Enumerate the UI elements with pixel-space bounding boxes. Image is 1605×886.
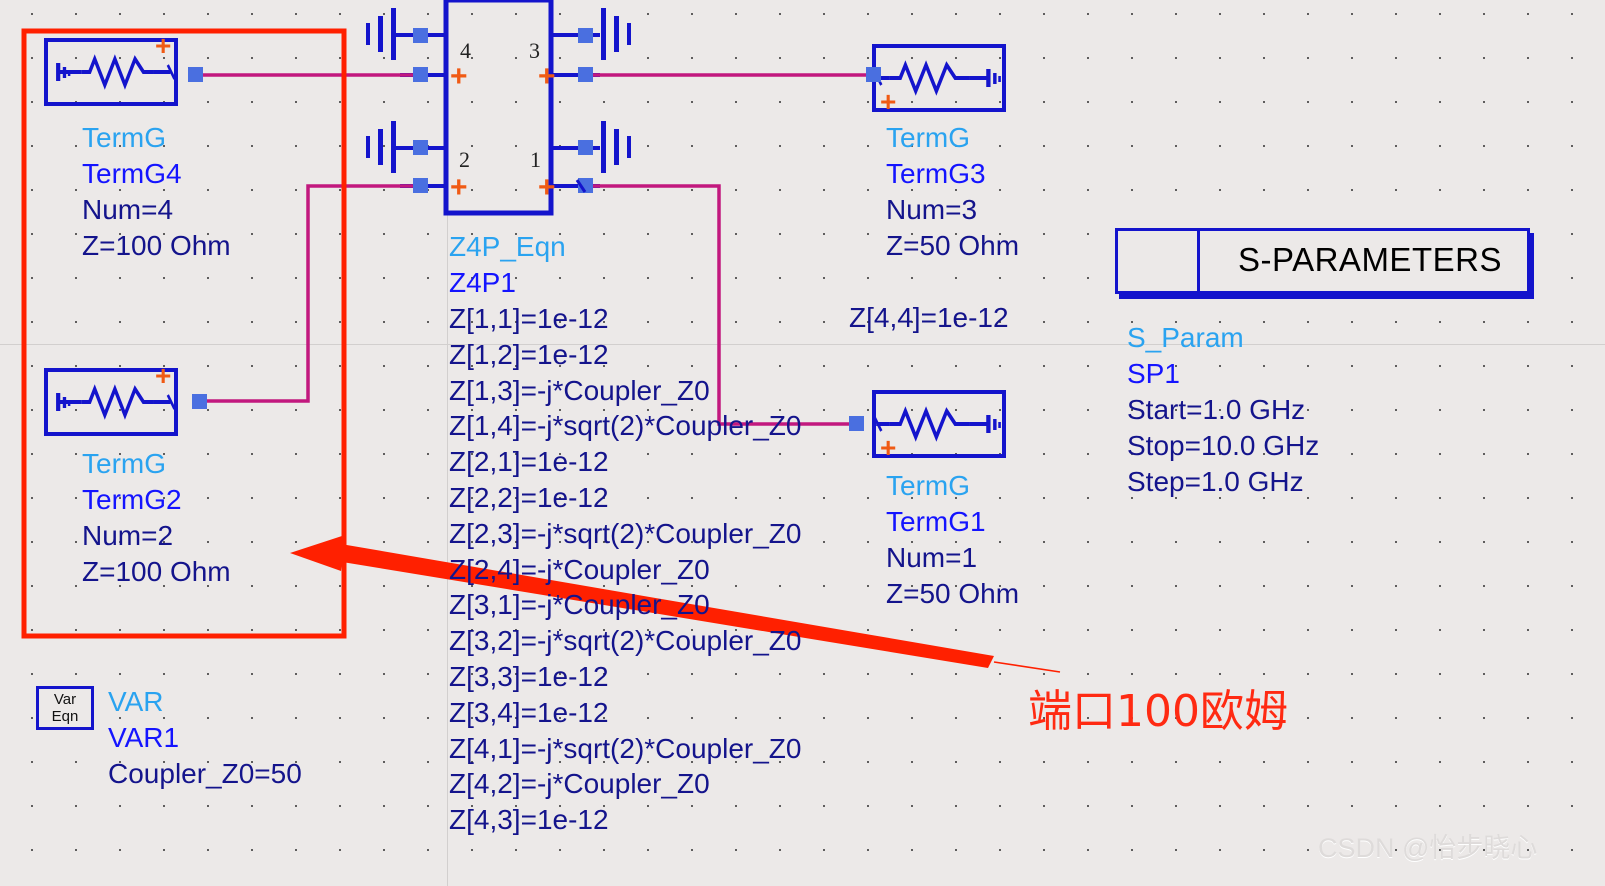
ground-icon — [366, 8, 402, 60]
z4p-equation-z44[interactable]: Z[4,4]=1e-12 — [849, 302, 1009, 334]
var-eqn-icon[interactable]: Var Eqn — [36, 686, 94, 730]
termg1-instance-label[interactable]: TermG1 — [886, 506, 986, 538]
z4p-equation-line[interactable]: Z[4,1]=-j*sqrt(2)*Coupler_Z0 — [449, 733, 801, 765]
termg2-num-param[interactable]: Num=2 — [82, 520, 173, 552]
z4p-equation-line[interactable]: Z[2,4]=-j*Coupler_Z0 — [449, 554, 710, 586]
termg1-num-param[interactable]: Num=1 — [886, 542, 977, 574]
termg4-instance-label[interactable]: TermG4 — [82, 158, 182, 190]
ground-icon — [601, 121, 631, 173]
schematic-graphics-layer — [21, 0, 1192, 673]
sparam-instance-label[interactable]: SP1 — [1127, 358, 1180, 390]
termg2-plus-marker: + — [155, 360, 172, 391]
z4p-port-label-2: 2 — [459, 147, 470, 172]
z4p-equation-line[interactable]: Z[4,3]=1e-12 — [449, 804, 609, 836]
s-parameters-banner[interactable]: S-PARAMETERS — [1115, 228, 1530, 294]
z4p-equation-line[interactable]: Z[1,3]=-j*Coupler_Z0 — [449, 375, 710, 407]
annotation-callout-text: 端口100欧姆 — [1028, 686, 1288, 737]
var-type-label[interactable]: VAR — [108, 686, 164, 718]
termg3-type-label[interactable]: TermG — [886, 122, 970, 154]
z4p-port-label-1: 1 — [530, 147, 541, 172]
schematic-canvas[interactable]: 4 3 2 1 + + + + + TermG TermG4 Num=4 Z=1… — [0, 0, 1605, 886]
csdn-watermark: CSDN @怡步晓心 — [1318, 833, 1538, 863]
z4p-equation-line[interactable]: Z[3,3]=1e-12 — [449, 661, 609, 693]
z4p-plus-marker-port2: + — [450, 171, 468, 204]
z4p-plus-marker-port1: + — [538, 171, 556, 204]
z4p-equation-line[interactable]: Z[3,2]=-j*sqrt(2)*Coupler_Z0 — [449, 625, 801, 657]
z4p-equation-line[interactable]: Z[3,4]=1e-12 — [449, 697, 609, 729]
z4p-equation-line[interactable]: Z[4,2]=-j*Coupler_Z0 — [449, 768, 710, 800]
z4p-plus-marker-port3: + — [538, 60, 556, 93]
termg3-plus-marker: + — [880, 86, 897, 117]
termg1-plus-marker: + — [880, 432, 897, 463]
z4p-equation-line[interactable]: Z[2,3]=-j*sqrt(2)*Coupler_Z0 — [449, 518, 801, 550]
s-parameters-title: S-PARAMETERS — [1238, 241, 1502, 278]
z4p-equation-line[interactable]: Z[3,1]=-j*Coupler_Z0 — [449, 589, 710, 621]
ground-icon — [366, 121, 402, 173]
z4p-equation-line[interactable]: Z[2,1]=1e-12 — [449, 446, 609, 478]
red-selection-rectangle — [21, 28, 347, 639]
var-instance-label[interactable]: VAR1 — [108, 722, 179, 754]
termg2-type-label[interactable]: TermG — [82, 448, 166, 480]
termg4-plus-marker: + — [155, 30, 172, 61]
z4p-equation-line[interactable]: Z[1,4]=-j*sqrt(2)*Coupler_Z0 — [449, 410, 801, 442]
sparam-stop-param[interactable]: Stop=10.0 GHz — [1127, 430, 1319, 462]
var-icon-line-2: Eqn — [51, 708, 79, 725]
termg4-num-param[interactable]: Num=4 — [82, 194, 173, 226]
z4p-instance-label[interactable]: Z4P1 — [449, 267, 516, 299]
termg2-z-param[interactable]: Z=100 Ohm — [82, 556, 231, 588]
ground-icon — [601, 8, 631, 60]
z4p-plus-marker-port4: + — [450, 60, 468, 93]
termg2-instance-label[interactable]: TermG2 — [82, 484, 182, 516]
s-parameters-icon-cell — [1118, 231, 1200, 291]
termg1-type-label[interactable]: TermG — [886, 470, 970, 502]
termg3-instance-label[interactable]: TermG3 — [886, 158, 986, 190]
var-icon-line-1: Var — [53, 691, 77, 708]
wire-termg2-to-port2[interactable] — [200, 184, 422, 403]
termg1-z-param[interactable]: Z=50 Ohm — [886, 578, 1019, 610]
z4p-equation-line[interactable]: Z[1,2]=1e-12 — [449, 339, 609, 371]
termg4-type-label[interactable]: TermG — [82, 122, 166, 154]
sparam-start-param[interactable]: Start=1.0 GHz — [1127, 394, 1305, 426]
sparam-type-label[interactable]: S_Param — [1127, 322, 1244, 354]
z4p-equation-line[interactable]: Z[1,1]=1e-12 — [449, 303, 609, 335]
sparam-step-param[interactable]: Step=1.0 GHz — [1127, 466, 1304, 498]
termg4-z-param[interactable]: Z=100 Ohm — [82, 230, 231, 262]
z4p-type-label[interactable]: Z4P_Eqn — [449, 231, 566, 263]
termg3-num-param[interactable]: Num=3 — [886, 194, 977, 226]
termg3-z-param[interactable]: Z=50 Ohm — [886, 230, 1019, 262]
var-equation[interactable]: Coupler_Z0=50 — [108, 758, 302, 790]
z4p-equation-line[interactable]: Z[2,2]=1e-12 — [449, 482, 609, 514]
